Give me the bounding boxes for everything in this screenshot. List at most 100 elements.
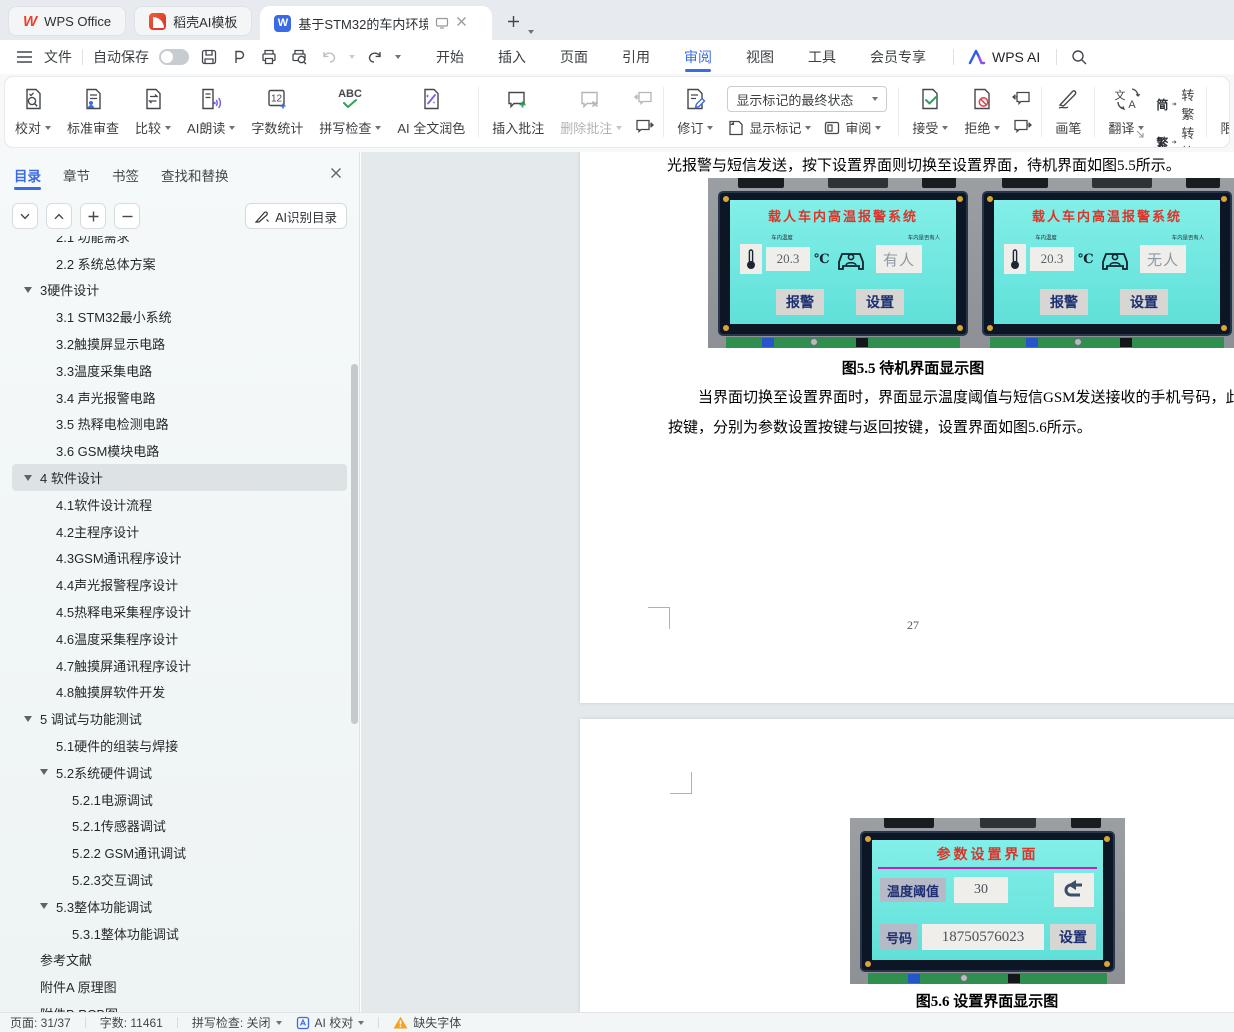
toc-previous-heading-button[interactable] (46, 203, 72, 229)
tab-wps-home[interactable]: W WPS Office (8, 6, 126, 36)
toc-item[interactable]: 3硬件设计 (12, 277, 347, 304)
collapse-triangle-icon[interactable] (40, 903, 48, 909)
collapse-triangle-icon[interactable] (24, 475, 32, 481)
sidebar-tab[interactable]: 书签 (112, 160, 139, 190)
export-pdf-icon[interactable] (229, 47, 249, 67)
menu-item[interactable]: 引用 (605, 40, 667, 74)
toc-item[interactable]: 5 调试与功能测试 (12, 705, 347, 732)
toc-item[interactable]: 参考文献 (12, 947, 347, 974)
sidebar-scrollbar[interactable] (351, 152, 358, 1012)
undo-caret-icon[interactable] (349, 55, 355, 59)
menu-item[interactable]: 会员专享 (853, 40, 943, 74)
missing-font-warning[interactable]: 缺失字体 (393, 1014, 461, 1031)
redo-caret-icon[interactable] (395, 55, 401, 59)
restrict-editing-button[interactable]: 限制编辑 (1212, 82, 1230, 142)
toc-item[interactable]: 5.3整体功能调试 (12, 893, 347, 920)
tab-docer-template[interactable]: 稻壳AI模板 (134, 6, 252, 36)
redo-icon[interactable] (365, 47, 385, 67)
accept-button[interactable]: 接受 (904, 82, 956, 142)
toc-item[interactable]: 4.3GSM通讯程序设计 (12, 545, 347, 572)
simplified-to-traditional-button[interactable]: 简 转繁 (1156, 85, 1197, 123)
toc-item[interactable]: 5.2.1传感器调试 (12, 813, 347, 840)
lcd-alarm-button[interactable]: 报警 (776, 289, 824, 315)
sidebar-close-icon[interactable] (327, 164, 345, 182)
ai-recognize-toc-button[interactable]: AI识别目录 (245, 203, 347, 229)
toc-item[interactable]: 5.3.1整体功能调试 (12, 920, 347, 947)
spell-check-status[interactable]: 拼写检查: 关闭 (192, 1014, 282, 1031)
next-change-icon[interactable] (1010, 115, 1034, 137)
word-count-indicator[interactable]: 字数: 11461 (100, 1014, 163, 1031)
toc-item[interactable]: 3.6 GSM模块电路 (12, 437, 347, 464)
toc-item[interactable]: 4.4声光报警程序设计 (12, 571, 347, 598)
document-page-27[interactable]: 光报警与短信发送，按下设置界面则切换至设置界面，待机界面如图5.5所示。 载人车… (580, 152, 1234, 703)
sidebar-scrollbar-thumb[interactable] (351, 364, 358, 724)
review-pane-button[interactable]: 审阅 (823, 118, 881, 137)
compare-button[interactable]: 比较 (127, 82, 179, 142)
markup-state-select[interactable]: 显示标记的最终状态 (727, 86, 887, 112)
toc-item[interactable]: 5.2系统硬件调试 (12, 759, 347, 786)
menu-item[interactable]: 插入 (481, 40, 543, 74)
close-tab-icon[interactable] (456, 16, 470, 30)
toc-item[interactable]: 3.4 声光报警电路 (12, 384, 347, 411)
toc-item[interactable]: 附件A 原理图 (12, 973, 347, 1000)
show-markup-button[interactable]: 显示标记 (727, 118, 811, 137)
print-preview-icon[interactable] (289, 47, 309, 67)
toc-item[interactable]: 4.1软件设计流程 (12, 491, 347, 518)
standard-review-button[interactable]: 标准审查 (59, 82, 127, 142)
lcd-alarm-button[interactable]: 报警 (1040, 289, 1088, 315)
lcd-settings-button[interactable]: 设置 (856, 289, 904, 315)
proofread-button[interactable]: 校对 (7, 82, 59, 142)
wps-ai-button[interactable]: WPS AI (968, 49, 1040, 65)
delete-comment-button[interactable]: 删除批注 (552, 82, 630, 142)
menu-item[interactable]: 开始 (419, 40, 481, 74)
toc-item[interactable]: 4.8触摸屏软件开发 (12, 679, 347, 706)
toc-item[interactable]: 3.1 STM32最小系统 (12, 303, 347, 330)
toc-collapse-all-button[interactable] (114, 203, 140, 229)
toc-item[interactable]: 3.3温度采集电路 (12, 357, 347, 384)
menu-item[interactable]: 工具 (791, 40, 853, 74)
toc-item[interactable]: 附件B PCB图 (12, 1000, 347, 1012)
insert-comment-button[interactable]: 插入批注 (484, 82, 552, 142)
spell-check-button[interactable]: ABC 拼写检查 (311, 82, 389, 142)
document-page-28[interactable]: 参数设置界面 温度阈值 30 号码 18750576023 设置 图5.6 设置… (580, 719, 1234, 1012)
save-icon[interactable] (199, 47, 219, 67)
lcd-back-button[interactable] (1054, 873, 1094, 907)
toc-item[interactable]: 3.5 热释电检测电路 (12, 411, 347, 438)
toc-item[interactable]: 4.6温度采集程序设计 (12, 625, 347, 652)
toc-item[interactable]: 3.2触摸屏显示电路 (12, 330, 347, 357)
pen-button[interactable]: 画笔 (1047, 82, 1089, 142)
screen-share-icon[interactable] (435, 16, 449, 30)
previous-change-icon[interactable] (1010, 87, 1034, 109)
print-icon[interactable] (259, 47, 279, 67)
ai-proof-button[interactable]: AI 校对 (296, 1014, 365, 1031)
menu-item[interactable]: 页面 (543, 40, 605, 74)
toc-item[interactable]: 4 软件设计 (12, 464, 347, 491)
translate-group-expand-icon[interactable] (1136, 130, 1145, 139)
toc-item[interactable]: 5.1硬件的组装与焊接 (12, 732, 347, 759)
page-indicator[interactable]: 页面: 31/37 (10, 1014, 71, 1031)
ai-polish-button[interactable]: AI 全文润色 (389, 82, 473, 142)
toc-item[interactable]: 4.2主程序设计 (12, 518, 347, 545)
ai-read-button[interactable]: AI朗读 (179, 82, 243, 142)
toc-item[interactable]: 2.2 系统总体方案 (12, 250, 347, 277)
menu-item[interactable]: 视图 (729, 40, 791, 74)
toc-item[interactable]: 4.7触摸屏通讯程序设计 (12, 652, 347, 679)
hamburger-menu-icon[interactable] (14, 47, 34, 67)
next-comment-icon[interactable] (632, 115, 656, 137)
sidebar-tab[interactable]: 目录 (14, 160, 41, 190)
lcd-settings-button[interactable]: 设置 (1120, 289, 1168, 315)
tab-document[interactable]: W 基于STM32的车内环境监测 (260, 6, 492, 40)
traditional-to-simplified-button[interactable]: 繁 转简 (1156, 123, 1197, 148)
lcd-settings-button[interactable]: 设置 (1050, 924, 1096, 950)
undo-icon[interactable] (319, 47, 339, 67)
toc-expand-all-button[interactable] (80, 203, 106, 229)
toc-next-heading-button[interactable] (12, 203, 38, 229)
autosave-toggle[interactable] (159, 49, 189, 65)
collapse-triangle-icon[interactable] (24, 716, 32, 722)
toc-item[interactable]: 2.1 功能需求 (12, 236, 347, 250)
word-count-button[interactable]: 12 字数统计 (243, 82, 311, 142)
collapse-triangle-icon[interactable] (24, 287, 32, 293)
toc-item[interactable]: 5.2.3交互调试 (12, 866, 347, 893)
reject-button[interactable]: 拒绝 (956, 82, 1008, 142)
lcd-phone-value[interactable]: 18750576023 (922, 924, 1044, 950)
